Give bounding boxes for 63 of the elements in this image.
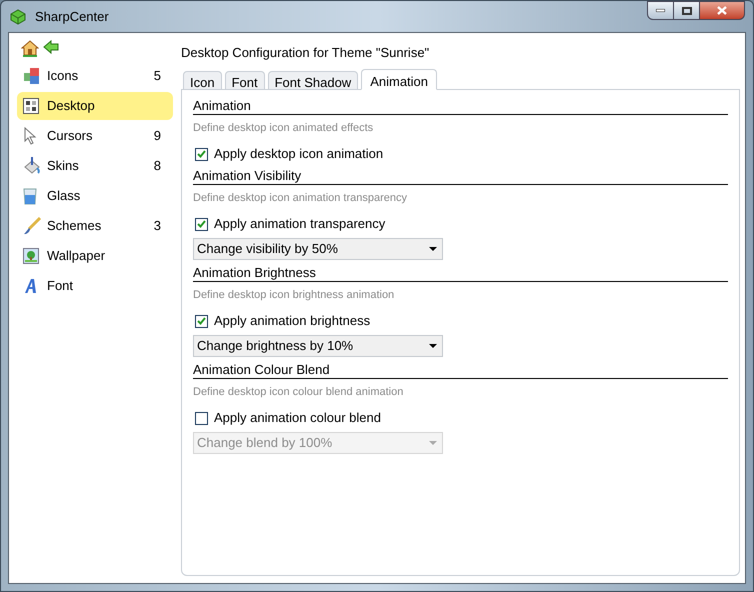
item-count: 5 <box>154 67 161 86</box>
section-title: Animation <box>193 96 728 115</box>
home-icon[interactable] <box>21 39 39 57</box>
checkbox[interactable] <box>195 412 208 424</box>
section-description: Define desktop icon brightness animation <box>193 288 396 303</box>
minimize-button[interactable] <box>647 1 674 20</box>
section-title: Animation Colour Blend <box>193 360 728 379</box>
sidebar-item[interactable]: Cursors 9 <box>17 122 173 150</box>
dropdown[interactable]: Change visibility by 50% <box>193 238 443 260</box>
glass-icon <box>23 188 37 204</box>
dropdown-arrow-icon <box>429 441 437 445</box>
cursor-icon <box>23 127 37 145</box>
dropdown-arrow-icon <box>429 344 437 348</box>
section-description: Define desktop icon animation transparency <box>193 191 408 206</box>
sidebar-item[interactable]: Icons 5 <box>17 62 173 90</box>
sidebar-item[interactable]: Schemes 3 <box>17 212 173 240</box>
desktop-grid-icon <box>23 98 39 114</box>
sidebar-item[interactable]: Wallpaper <box>17 242 173 270</box>
paint-bucket-icon <box>23 157 41 175</box>
window-title: SharpCenter <box>35 8 109 26</box>
sidebar-item[interactable]: Font <box>17 272 173 300</box>
checkbox[interactable] <box>195 148 208 160</box>
item-count: 8 <box>154 157 161 176</box>
item-count: 3 <box>154 217 161 236</box>
sidebar-item[interactable]: Desktop <box>17 92 173 120</box>
close-button[interactable] <box>700 1 745 20</box>
sidebar-item[interactable]: Glass <box>17 182 173 210</box>
item-label: Wallpaper <box>47 247 106 266</box>
item-label: Glass <box>47 187 80 206</box>
checkbox-label: Apply animation colour blend <box>214 409 381 428</box>
font-letter-icon <box>23 278 39 294</box>
item-label: Icons <box>47 67 78 86</box>
section-title: Animation Visibility <box>193 166 728 185</box>
maximize-icon <box>682 6 692 14</box>
checkbox-label: Apply animation brightness <box>214 312 370 330</box>
back-arrow-icon[interactable] <box>43 39 59 55</box>
tab[interactable]: Icon <box>183 71 222 90</box>
close-icon <box>717 6 727 15</box>
tab[interactable]: Font <box>224 71 265 90</box>
item-label: Skins <box>47 157 79 176</box>
section-description: Define desktop icon colour blend animation <box>193 385 404 400</box>
tab[interactable]: Animation <box>361 69 438 90</box>
item-count: 9 <box>154 127 161 146</box>
landscape-picture-icon <box>23 248 39 264</box>
minimize-icon <box>656 9 665 12</box>
dropdown[interactable]: Change brightness by 10% <box>193 335 443 357</box>
maximize-button[interactable] <box>674 1 700 20</box>
item-label: Cursors <box>47 127 93 146</box>
paintbrush-icon <box>23 217 41 235</box>
app-logo-icon <box>9 8 27 26</box>
tab[interactable]: Font Shadow <box>268 71 358 90</box>
section-description: Define desktop icon animated effects <box>193 121 374 136</box>
checkbox-label: Apply animation transparency <box>214 215 386 234</box>
sidebar-item[interactable]: Skins 8 <box>17 152 173 180</box>
item-label: Schemes <box>47 217 102 236</box>
checkbox[interactable] <box>195 314 208 328</box>
checkbox[interactable] <box>195 218 208 230</box>
checkbox-label: Apply desktop icon animation <box>214 145 384 164</box>
item-label: Font <box>47 277 74 296</box>
page-heading: Desktop Configuration for Theme "Sunrise" <box>181 44 430 62</box>
section-title: Animation Brightness <box>193 263 728 282</box>
item-label: Desktop <box>47 97 95 116</box>
dropdown-arrow-icon <box>429 247 437 251</box>
